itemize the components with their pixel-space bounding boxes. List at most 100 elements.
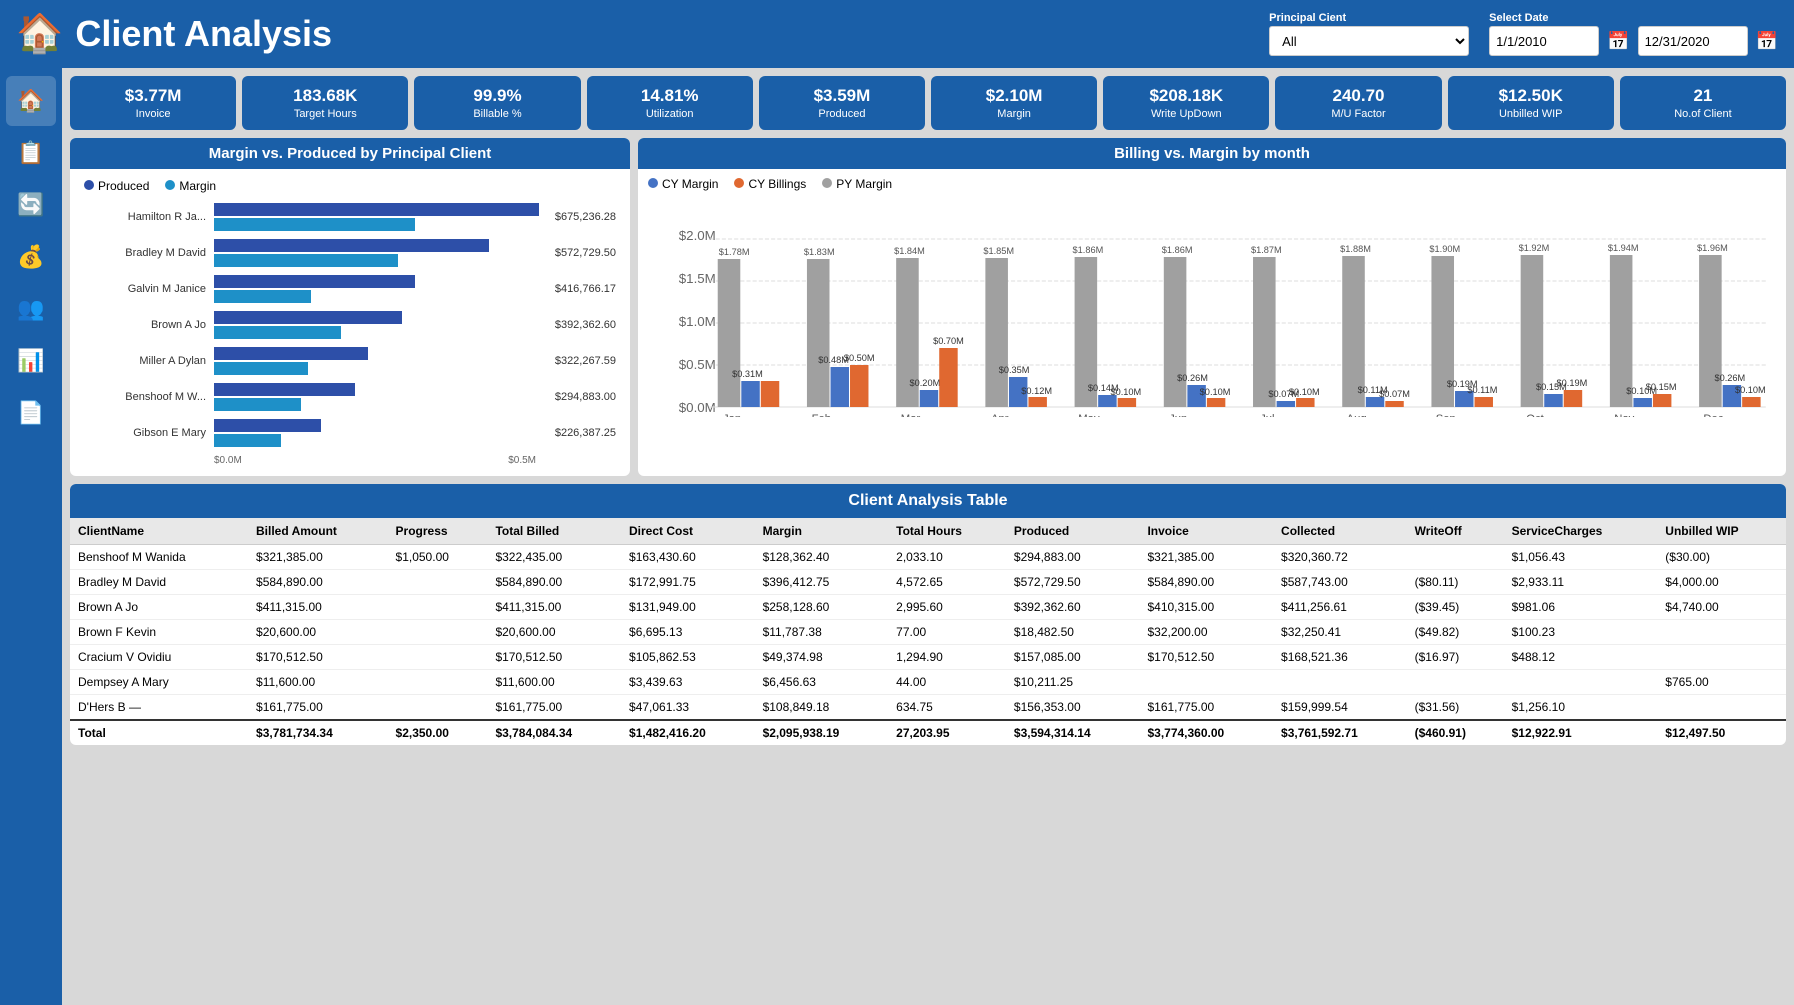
date-range-control: Select Date 📅 📅: [1489, 12, 1778, 56]
col-header-total-hours: Total Hours: [888, 518, 1006, 545]
svg-text:$0.10M: $0.10M: [1735, 385, 1766, 395]
table-card: Client Analysis Table ClientName Billed …: [70, 484, 1786, 745]
billing-chart-card: Billing vs. Margin by month CY Margin CY…: [638, 138, 1786, 476]
sidebar-item-finance[interactable]: 💰: [6, 232, 56, 282]
svg-text:$1.83M: $1.83M: [804, 247, 835, 257]
home-icon: 🏠: [16, 12, 63, 56]
table-row: Dempsey A Mary $11,600.00 $11,600.00 $3,…: [70, 670, 1786, 695]
svg-text:$0.26M: $0.26M: [1177, 373, 1208, 383]
svg-text:$0.26M: $0.26M: [1714, 373, 1745, 383]
principal-client-control: Principal Cient All: [1269, 12, 1469, 56]
bar-row-miller: Miller A Dylan $322,267.59: [84, 347, 616, 375]
svg-text:$0.35M: $0.35M: [999, 365, 1030, 375]
svg-text:Jul: Jul: [1260, 413, 1274, 417]
bar-row-brown-a: Brown A Jo $392,362.60: [84, 311, 616, 339]
svg-text:$0.12M: $0.12M: [1021, 386, 1052, 396]
principal-client-label: Principal Cient: [1269, 12, 1469, 24]
svg-text:$0.07M: $0.07M: [1379, 389, 1410, 399]
bar-row-gibson: Gibson E Mary $226,387.25: [84, 419, 616, 447]
col-header-collected: Collected: [1273, 518, 1407, 545]
svg-text:$1.86M: $1.86M: [1073, 245, 1104, 255]
kpi-unbilledwip: $12.50K Unbilled WIP: [1448, 76, 1614, 130]
col-header-produced: Produced: [1006, 518, 1140, 545]
sidebar-item-analytics[interactable]: 📊: [6, 336, 56, 386]
sidebar-item-documents[interactable]: 📄: [6, 388, 56, 438]
date-to-input[interactable]: [1638, 26, 1748, 56]
svg-text:Jan: Jan: [723, 413, 741, 417]
main-content: $3.77M Invoice 183.68K Target Hours 99.9…: [62, 68, 1794, 1005]
svg-text:May: May: [1078, 413, 1100, 417]
svg-text:$1.84M: $1.84M: [894, 246, 925, 256]
bar-row-hamilton: Hamilton R Ja... $675,236.28: [84, 203, 616, 231]
client-analysis-table: ClientName Billed Amount Progress Total …: [70, 518, 1786, 745]
date-from-input[interactable]: [1489, 26, 1599, 56]
col-header-total-billed: Total Billed: [487, 518, 621, 545]
col-header-clientname: ClientName: [70, 518, 248, 545]
kpi-produced: $3.59M Produced: [759, 76, 925, 130]
kpi-utilization: 14.81% Utilization: [587, 76, 753, 130]
svg-text:$1.87M: $1.87M: [1251, 245, 1282, 255]
svg-text:$0.50M: $0.50M: [844, 353, 875, 363]
principal-client-select[interactable]: All: [1269, 26, 1469, 56]
kpi-writeupdown-label: Write UpDown: [1111, 108, 1261, 120]
svg-text:$1.94M: $1.94M: [1608, 243, 1639, 253]
billing-chart-svg: $0.0M $0.5M $1.0M $1.5M $2.0M: [648, 197, 1776, 417]
sidebar-item-refresh[interactable]: 🔄: [6, 180, 56, 230]
kpi-numclients-value: 21: [1628, 86, 1778, 106]
svg-text:Oct: Oct: [1526, 413, 1544, 417]
charts-row: Margin vs. Produced by Principal Client …: [70, 138, 1786, 476]
svg-text:$1.0M: $1.0M: [679, 314, 716, 329]
kpi-target-hours: 183.68K Target Hours: [242, 76, 408, 130]
kpi-row: $3.77M Invoice 183.68K Target Hours 99.9…: [70, 76, 1786, 130]
sidebar-item-reports[interactable]: 📋: [6, 128, 56, 178]
kpi-numclients: 21 No.of Client: [1620, 76, 1786, 130]
svg-text:$0.10M: $0.10M: [1289, 387, 1320, 397]
svg-text:Aug: Aug: [1347, 413, 1367, 417]
col-header-invoice: Invoice: [1139, 518, 1273, 545]
header: 🏠 Client Analysis Principal Cient All Se…: [0, 0, 1794, 68]
svg-text:$0.20M: $0.20M: [909, 378, 940, 388]
svg-text:$1.92M: $1.92M: [1519, 243, 1550, 253]
header-controls: Principal Cient All Select Date 📅 📅: [1269, 12, 1778, 56]
kpi-unbilledwip-value: $12.50K: [1456, 86, 1606, 106]
svg-text:Sep: Sep: [1436, 413, 1456, 417]
page-title: Client Analysis: [75, 13, 1269, 55]
svg-text:$0.10M: $0.10M: [1110, 387, 1141, 397]
svg-text:$2.0M: $2.0M: [679, 228, 716, 243]
svg-text:$1.96M: $1.96M: [1697, 243, 1728, 253]
col-header-unbilled-wip: Unbilled WIP: [1657, 518, 1786, 545]
bar-row-benshoof: Benshoof M W... $294,883.00: [84, 383, 616, 411]
table-row: Brown F Kevin $20,600.00 $20,600.00 $6,6…: [70, 620, 1786, 645]
table-title: Client Analysis Table: [70, 484, 1786, 518]
margin-chart-card: Margin vs. Produced by Principal Client …: [70, 138, 630, 476]
kpi-numclients-label: No.of Client: [1628, 108, 1778, 120]
col-header-billed-amount: Billed Amount: [248, 518, 388, 545]
table-row: Bradley M David $584,890.00 $584,890.00 …: [70, 570, 1786, 595]
kpi-produced-label: Produced: [767, 108, 917, 120]
col-header-writeoff: WriteOff: [1407, 518, 1504, 545]
bar-row-galvin: Galvin M Janice $416,766.17: [84, 275, 616, 303]
col-header-margin: Margin: [755, 518, 889, 545]
svg-text:$1.88M: $1.88M: [1340, 244, 1371, 254]
kpi-invoice: $3.77M Invoice: [70, 76, 236, 130]
sidebar-item-clients[interactable]: 👥: [6, 284, 56, 334]
kpi-target-hours-label: Target Hours: [250, 108, 400, 120]
svg-text:Jun: Jun: [1169, 413, 1187, 417]
kpi-billable-value: 99.9%: [422, 86, 572, 106]
svg-text:$1.85M: $1.85M: [983, 246, 1014, 256]
svg-text:Dec: Dec: [1703, 413, 1723, 417]
kpi-produced-value: $3.59M: [767, 86, 917, 106]
table-row: Benshoof M Wanida $321,385.00 $1,050.00 …: [70, 545, 1786, 570]
svg-text:$0.15M: $0.15M: [1646, 382, 1677, 392]
calendar-icon-to[interactable]: 📅: [1756, 26, 1778, 56]
svg-text:Mar: Mar: [901, 413, 921, 417]
table-row: Brown A Jo $411,315.00 $411,315.00 $131,…: [70, 595, 1786, 620]
billing-chart-title: Billing vs. Margin by month: [638, 138, 1786, 169]
svg-text:$0.70M: $0.70M: [933, 336, 964, 346]
svg-text:$0.0M: $0.0M: [679, 400, 716, 415]
svg-text:Feb: Feb: [812, 413, 831, 417]
sidebar-item-home[interactable]: 🏠: [6, 76, 56, 126]
calendar-icon-from[interactable]: 📅: [1607, 26, 1629, 56]
table-totals-row: Total $3,781,734.34 $2,350.00 $3,784,084…: [70, 720, 1786, 745]
svg-text:$0.19M: $0.19M: [1557, 378, 1588, 388]
